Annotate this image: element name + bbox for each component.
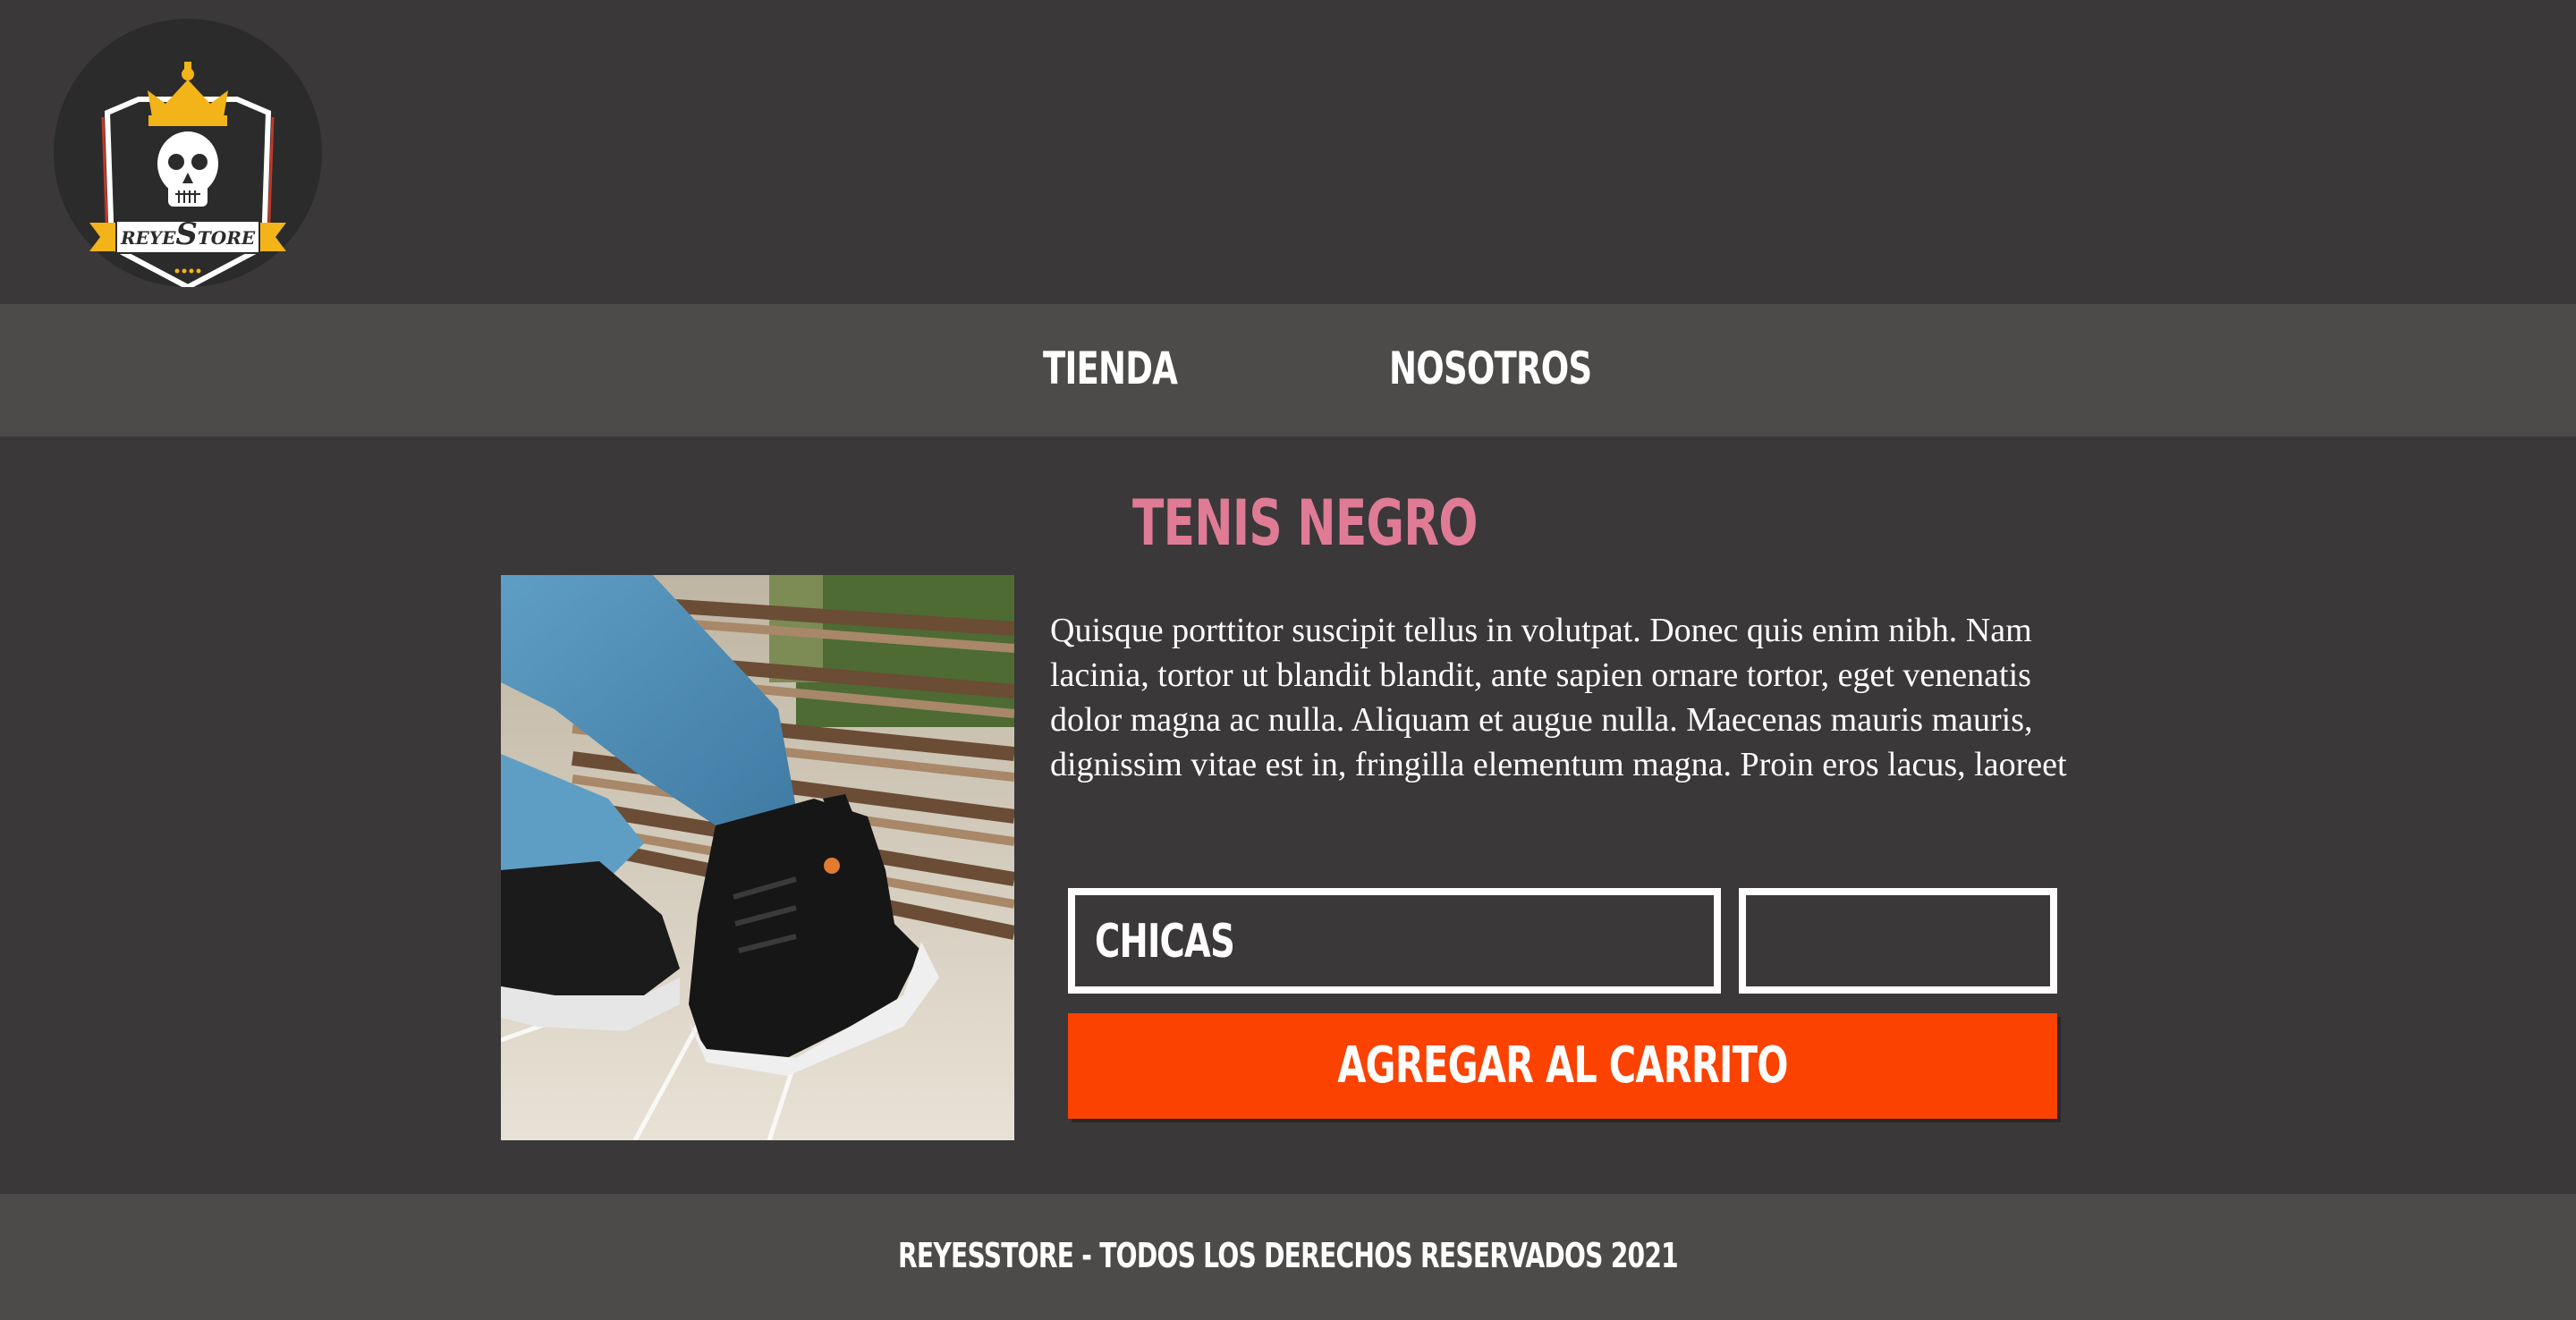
nav-item-nosotros[interactable]: NOSOTROS xyxy=(1389,340,1592,397)
main-nav: TIENDA NOSOTROS xyxy=(0,304,2576,436)
product-image xyxy=(501,575,1014,1140)
quantity-input[interactable] xyxy=(1739,888,2057,994)
add-to-cart-label: AGREGAR AL CARRITO xyxy=(1337,1037,1788,1095)
add-to-cart-button[interactable]: AGREGAR AL CARRITO xyxy=(1068,1013,2057,1119)
footer-copyright: REYESSTORE - TODOS LOS DERECHOS RESERVAD… xyxy=(897,1236,1679,1275)
product-title: TENIS NEGRO xyxy=(1132,487,1478,560)
size-select-value: CHICAS xyxy=(1095,915,1235,969)
nav-item-tienda[interactable]: TIENDA xyxy=(1043,340,1178,397)
product-description: Quisque porttitor suscipit tellus in vol… xyxy=(1050,612,2067,783)
site-footer: REYESSTORE - TODOS LOS DERECHOS RESERVAD… xyxy=(0,1194,2576,1320)
site-header: REYESTORE xyxy=(0,0,2576,304)
size-select[interactable]: CHICAS xyxy=(1068,888,1721,994)
store-logo[interactable]: REYESTORE xyxy=(54,19,322,287)
sneaker-photo xyxy=(501,575,1014,1140)
skull-crown-icon: REYESTORE xyxy=(89,62,286,287)
